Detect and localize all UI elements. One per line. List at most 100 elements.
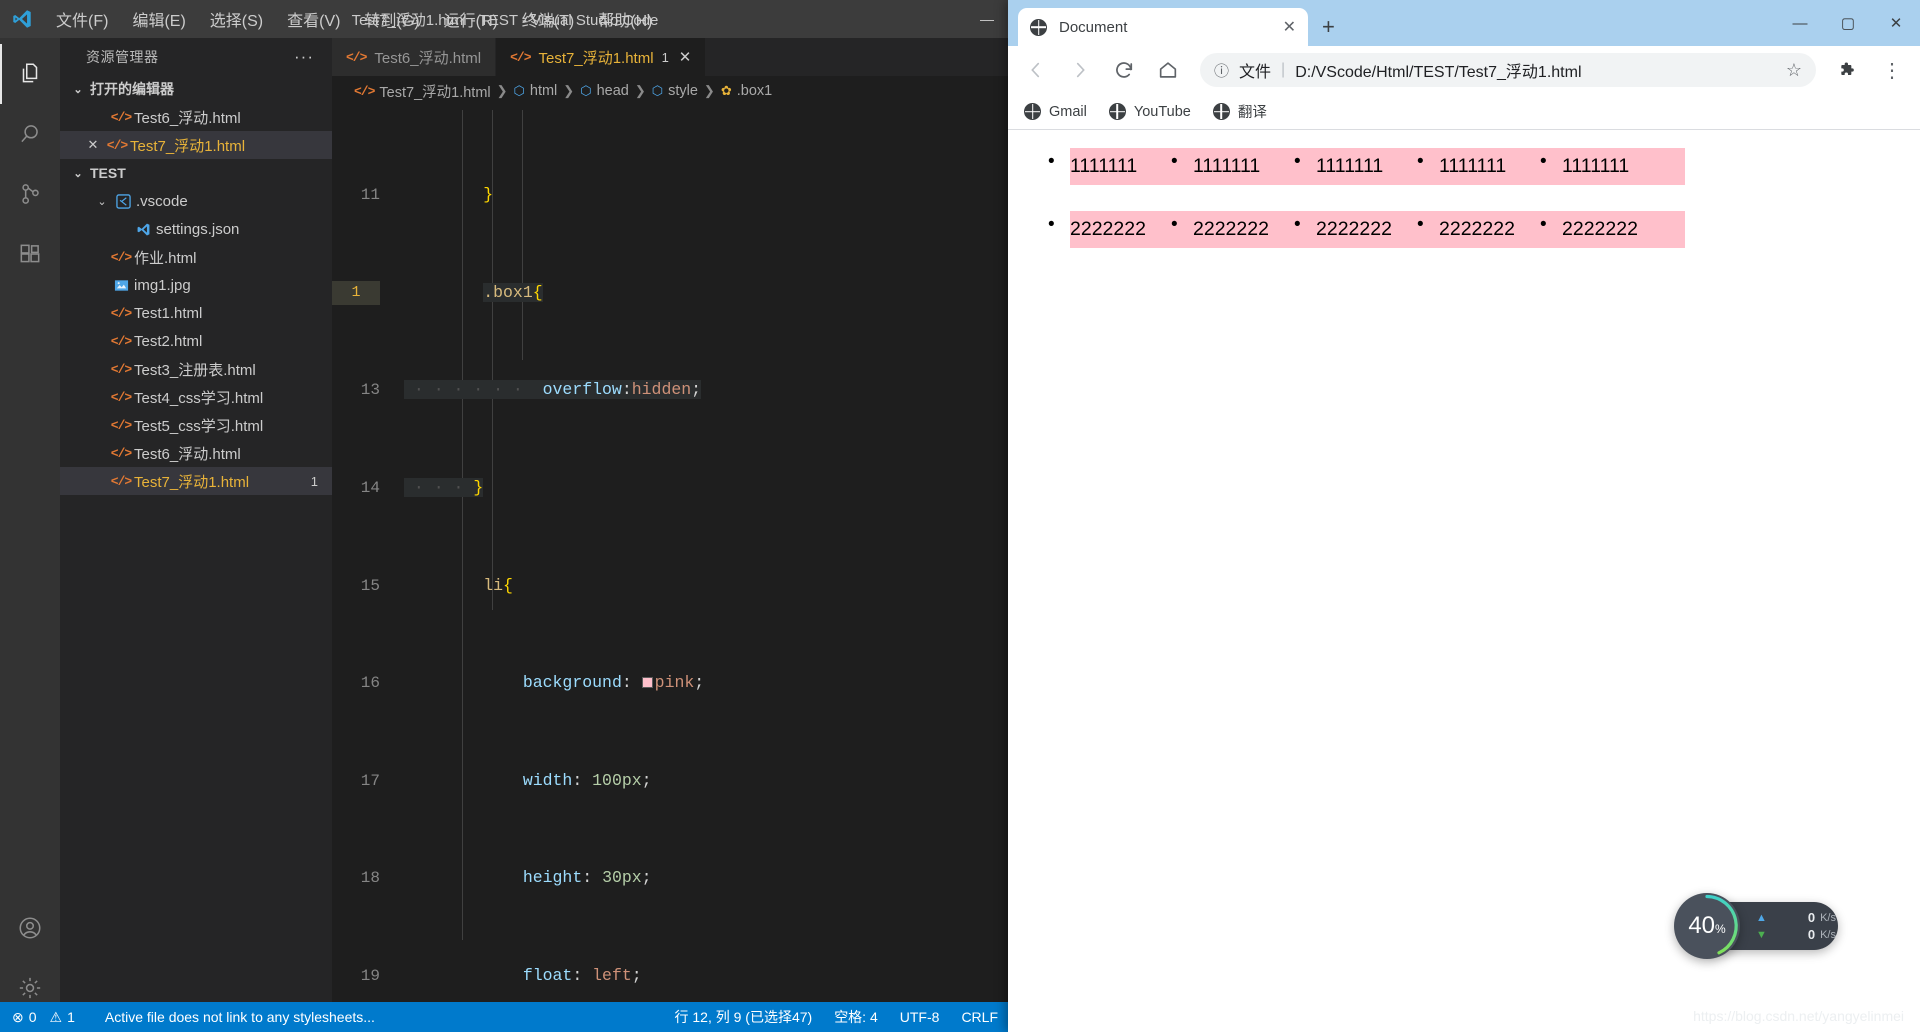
tab-test7-html[interactable]: </> Test7_浮动1.html 1 ✕ bbox=[496, 38, 707, 76]
chrome-browser-window: Document ✕ + — ▢ ✕ ⓘ 文件 | D:/VScode/Html… bbox=[1008, 0, 1920, 1032]
tree-item-zuoye-html[interactable]: </> 作业.html bbox=[60, 243, 332, 271]
browser-maximize-button[interactable]: ▢ bbox=[1824, 0, 1872, 46]
bookmark-star-icon[interactable]: ☆ bbox=[1786, 60, 1802, 81]
eol-status[interactable]: CRLF bbox=[961, 1009, 998, 1025]
problems-status[interactable]: ⊗ 0 ⚠ 1 bbox=[12, 1009, 75, 1026]
code-editor[interactable]: 11 } 112 .box1{ 13 · · · · · · overflow:… bbox=[332, 106, 1010, 1004]
line-number: 17 bbox=[360, 771, 380, 790]
menu-selection[interactable]: 选择(S) bbox=[198, 3, 275, 35]
search-icon[interactable] bbox=[0, 104, 60, 164]
indentation-status[interactable]: 空格: 4 bbox=[834, 1007, 878, 1027]
code-line: 14 · · · } bbox=[332, 476, 1010, 500]
menu-view[interactable]: 查看(V) bbox=[275, 3, 352, 35]
breadcrumb-item-box1[interactable]: ✿ .box1 bbox=[721, 83, 772, 99]
new-tab-button[interactable]: + bbox=[1322, 14, 1335, 40]
line-number: 14 bbox=[360, 479, 380, 498]
tree-item-test6-html[interactable]: </> Test6_浮动.html bbox=[60, 439, 332, 467]
breadcrumb-label: style bbox=[668, 83, 698, 99]
download-value: 0 bbox=[1807, 927, 1816, 942]
tree-item-test5-html[interactable]: </> Test5_css学习.html bbox=[60, 411, 332, 439]
explorer-more-actions-button[interactable]: ··· bbox=[294, 47, 314, 67]
tree-item-test1-html[interactable]: </> Test1.html bbox=[60, 299, 332, 327]
page-favicon-icon bbox=[1030, 18, 1047, 36]
page-info-icon[interactable]: ⓘ bbox=[1214, 60, 1229, 81]
explorer-icon[interactable] bbox=[0, 44, 60, 104]
tree-item-vscode-folder[interactable]: ⌄ .vscode bbox=[60, 187, 332, 215]
breadcrumb-item-file[interactable]: </> Test7_浮动1.html bbox=[354, 81, 491, 102]
tab-test6-html[interactable]: </> Test6_浮动.html bbox=[332, 38, 497, 76]
browser-minimize-button[interactable]: — bbox=[1776, 0, 1824, 46]
tree-item-settings-json[interactable]: settings.json bbox=[60, 215, 332, 243]
vscode-logo-icon bbox=[0, 0, 44, 38]
bookmark-youtube[interactable]: YouTube bbox=[1108, 103, 1191, 120]
forward-button[interactable] bbox=[1060, 50, 1100, 90]
vscode-menubar[interactable]: 文件(F) 编辑(E) 选择(S) 查看(V) 转到(G) 运行(R) 终端(T… bbox=[44, 3, 664, 35]
source-control-icon[interactable] bbox=[0, 164, 60, 224]
breadcrumb-separator-icon: ❯ bbox=[703, 83, 715, 98]
open-editor-item-test6[interactable]: </> Test6_浮动.html bbox=[60, 103, 332, 131]
line-number: 19 bbox=[360, 967, 380, 986]
tree-item-test7-html[interactable]: </> Test7_浮动1.html 1 bbox=[60, 467, 332, 495]
tree-item-img1-jpg[interactable]: img1.jpg bbox=[60, 271, 332, 299]
menu-help[interactable]: 帮助(H) bbox=[586, 3, 664, 35]
breadcrumb-item-html[interactable]: ⬡ html bbox=[514, 83, 558, 99]
bookmark-gmail[interactable]: Gmail bbox=[1024, 103, 1087, 120]
menu-terminal[interactable]: 终端(T) bbox=[510, 3, 586, 35]
open-editor-item-test7[interactable]: ✕ </> Test7_浮动1.html bbox=[60, 131, 332, 159]
close-icon[interactable]: ✕ bbox=[1283, 17, 1296, 37]
status-bar-left: ⊗ 0 ⚠ 1 Active file does not link to any… bbox=[12, 1009, 375, 1026]
breadcrumb-separator-icon: ❯ bbox=[634, 83, 646, 98]
tree-item-test2-html[interactable]: </> Test2.html bbox=[60, 327, 332, 355]
menu-go[interactable]: 转到(G) bbox=[352, 3, 431, 35]
browser-tab-document[interactable]: Document ✕ bbox=[1018, 8, 1308, 46]
browser-close-button[interactable]: ✕ bbox=[1872, 0, 1920, 46]
address-bar[interactable]: ⓘ 文件 | D:/VScode/Html/TEST/Test7_浮动1.htm… bbox=[1200, 53, 1816, 87]
tree-item-test3-html[interactable]: </> Test3_注册表.html bbox=[60, 355, 332, 383]
bookmark-translate[interactable]: 翻译 bbox=[1212, 101, 1267, 122]
upload-value: 0 bbox=[1807, 910, 1816, 925]
arrow-down-icon: ▼ bbox=[1756, 928, 1767, 941]
omnibox-separator: | bbox=[1281, 61, 1286, 78]
error-count: 0 bbox=[28, 1009, 37, 1025]
code-content[interactable]: 11 } 112 .box1{ 13 · · · · · · overflow:… bbox=[332, 106, 1010, 1004]
line-problem-badge: 1 bbox=[332, 280, 380, 306]
open-editors-section-header[interactable]: ⌄ 打开的编辑器 bbox=[60, 75, 332, 103]
close-icon[interactable]: ✕ bbox=[82, 137, 104, 153]
activity-bar bbox=[0, 38, 60, 1032]
menu-run[interactable]: 运行(R) bbox=[432, 3, 510, 35]
vscode-titlebar: 文件(F) 编辑(E) 选择(S) 查看(V) 转到(G) 运行(R) 终端(T… bbox=[0, 0, 1010, 38]
vscode-minimize-button[interactable]: — bbox=[964, 0, 1010, 38]
code-line: 18 height: 30px; bbox=[332, 866, 1010, 890]
breadcrumb-item-head[interactable]: ⬡ head bbox=[580, 83, 629, 99]
explorer-header: 资源管理器 ··· bbox=[60, 38, 332, 75]
breadcrumb-item-style[interactable]: ⬡ style bbox=[652, 83, 698, 99]
account-icon[interactable] bbox=[0, 898, 60, 958]
tab-problem-badge: 1 bbox=[661, 49, 669, 65]
folder-section-header[interactable]: ⌄ TEST bbox=[60, 159, 332, 187]
url-text[interactable]: D:/VScode/Html/TEST/Test7_浮动1.html bbox=[1295, 58, 1776, 82]
network-speed-widget[interactable]: 40% ▲ 0 K/s ▼ 0 K/s bbox=[1674, 893, 1838, 959]
code-line-current: 112 .box1{ bbox=[332, 280, 1010, 306]
home-button[interactable] bbox=[1148, 50, 1188, 90]
vscode-window-controls[interactable]: — bbox=[964, 0, 1010, 38]
close-icon[interactable]: ✕ bbox=[679, 48, 692, 66]
warning-count: 1 bbox=[67, 1009, 75, 1025]
reload-button[interactable] bbox=[1104, 50, 1144, 90]
tree-item-label: Test6_浮动.html bbox=[134, 445, 241, 463]
explorer-title: 资源管理器 bbox=[86, 48, 159, 65]
extensions-icon[interactable] bbox=[0, 224, 60, 284]
network-rows: ▲ 0 K/s ▼ 0 K/s bbox=[1756, 910, 1836, 942]
bookmark-label: Gmail bbox=[1049, 103, 1087, 120]
menu-file[interactable]: 文件(F) bbox=[44, 3, 120, 35]
tree-item-test4-html[interactable]: </> Test4_css学习.html bbox=[60, 383, 332, 411]
tree-item-label: .vscode bbox=[136, 192, 188, 210]
cursor-position-status[interactable]: 行 12, 列 9 (已选择47) bbox=[674, 1007, 812, 1027]
tree-item-label: settings.json bbox=[156, 220, 240, 238]
menu-edit[interactable]: 编辑(E) bbox=[120, 3, 197, 35]
puzzle-icon[interactable] bbox=[1828, 50, 1868, 90]
encoding-status[interactable]: UTF-8 bbox=[900, 1009, 940, 1025]
status-bar-right: 行 12, 列 9 (已选择47) 空格: 4 UTF-8 CRLF bbox=[674, 1007, 998, 1027]
chevron-down-icon: ⌄ bbox=[97, 195, 107, 208]
browser-menu-button[interactable]: ⋮ bbox=[1872, 50, 1912, 90]
back-button[interactable] bbox=[1016, 50, 1056, 90]
